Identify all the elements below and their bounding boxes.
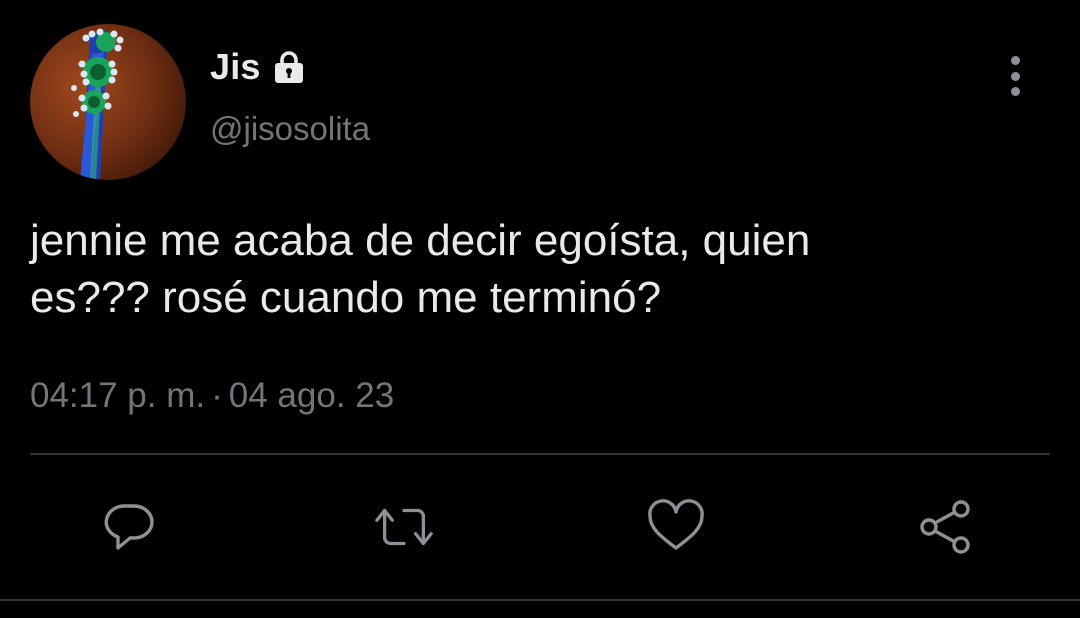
share-icon bbox=[920, 500, 970, 554]
timestamp-separator: · bbox=[211, 376, 223, 415]
tweet-timestamp[interactable]: 04:17 p. m. · 04 ago. 23 bbox=[30, 376, 394, 416]
avatar[interactable] bbox=[30, 24, 186, 180]
display-name[interactable]: Jis bbox=[210, 46, 261, 88]
bottom-divider bbox=[0, 599, 1080, 601]
tweet-date: 04 ago. 23 bbox=[228, 376, 395, 415]
lock-icon bbox=[271, 47, 311, 87]
tweet-detail: Jis @jisosolita jennie me acaba de decir… bbox=[0, 0, 1080, 618]
retweet-button[interactable] bbox=[373, 496, 435, 558]
more-vertical-icon[interactable] bbox=[1000, 56, 1030, 96]
more-dot bbox=[1010, 71, 1020, 81]
reply-button[interactable] bbox=[98, 496, 160, 558]
action-bar bbox=[0, 496, 1080, 558]
more-dot bbox=[1010, 56, 1020, 65]
reply-icon bbox=[104, 504, 154, 550]
more-dot bbox=[1010, 87, 1020, 96]
author-name-row: Jis bbox=[210, 44, 311, 90]
like-button[interactable] bbox=[645, 496, 707, 558]
author-handle[interactable]: @jisosolita bbox=[210, 110, 370, 148]
retweet-icon bbox=[375, 508, 433, 546]
tweet-time: 04:17 p. m. bbox=[30, 376, 206, 415]
tweet-text: jennie me acaba de decir egoísta, quien … bbox=[30, 216, 811, 322]
heart-icon bbox=[648, 499, 704, 550]
divider bbox=[30, 453, 1050, 455]
share-button[interactable] bbox=[914, 496, 976, 558]
